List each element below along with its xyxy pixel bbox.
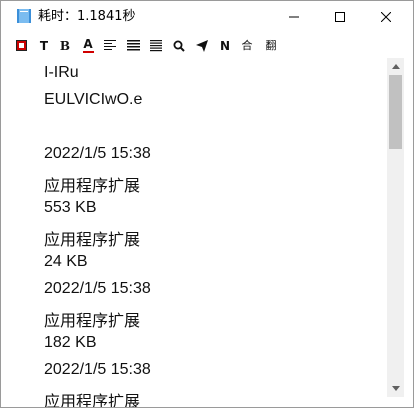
text-line: 2022/1/5 15:38 bbox=[44, 145, 151, 162]
text-line: 应用程序扩展 bbox=[44, 313, 141, 330]
align-left-icon bbox=[104, 40, 116, 50]
align-left-button[interactable] bbox=[102, 37, 118, 54]
title-bar[interactable]: 耗时：1.1841秒 bbox=[1, 1, 413, 32]
chevron-down-icon bbox=[391, 386, 400, 391]
font-color-button[interactable]: A bbox=[80, 37, 96, 54]
bold-button[interactable]: B bbox=[57, 37, 73, 54]
align-center-icon bbox=[126, 40, 140, 51]
translate-button[interactable]: 翻 bbox=[263, 37, 279, 54]
scroll-up-button[interactable] bbox=[387, 58, 404, 75]
n-icon: N bbox=[219, 38, 231, 53]
text-line: 应用程序扩展 bbox=[44, 232, 141, 249]
text-icon: T bbox=[39, 38, 49, 53]
text-line: 2022/1/5 15:38 bbox=[44, 361, 151, 378]
maximize-icon bbox=[335, 11, 345, 22]
search-icon bbox=[173, 40, 185, 52]
send-icon bbox=[196, 39, 208, 52]
translate-icon: 翻 bbox=[265, 39, 277, 52]
toolbar: T B A N 合 翻 bbox=[1, 33, 413, 58]
n-button[interactable]: N bbox=[217, 37, 233, 54]
justify-icon bbox=[150, 39, 162, 51]
merge-icon: 合 bbox=[241, 39, 253, 52]
text-line: 应用程序扩展 bbox=[44, 178, 141, 195]
stop-square-icon bbox=[15, 40, 27, 51]
vertical-scrollbar[interactable] bbox=[387, 58, 404, 397]
text-line: 182 KB bbox=[44, 334, 97, 351]
scroll-down-button[interactable] bbox=[387, 380, 404, 397]
notepad-window: 耗时：1.1841秒 T B A N 合 翻 I-IRu EULVICIwO.e… bbox=[0, 0, 414, 408]
maximize-button[interactable] bbox=[317, 1, 363, 32]
window-title: 耗时：1.1841秒 bbox=[38, 9, 136, 24]
text-line: 2022/1/5 15:38 bbox=[44, 280, 151, 297]
chevron-up-icon bbox=[391, 64, 400, 69]
stop-button[interactable] bbox=[13, 37, 29, 54]
close-button[interactable] bbox=[363, 1, 409, 32]
text-line: 应用程序扩展 bbox=[44, 394, 141, 407]
text-button[interactable]: T bbox=[36, 37, 52, 54]
app-icon bbox=[17, 9, 31, 23]
minimize-icon bbox=[289, 16, 299, 17]
align-center-button[interactable] bbox=[125, 37, 141, 54]
scroll-thumb[interactable] bbox=[389, 75, 402, 149]
close-icon bbox=[381, 11, 391, 22]
text-line: I-IRu bbox=[44, 64, 79, 81]
bold-icon: B bbox=[59, 38, 71, 53]
text-line: 24 KB bbox=[44, 253, 88, 270]
text-line: EULVICIwO.e bbox=[44, 91, 143, 108]
search-button[interactable] bbox=[171, 37, 187, 54]
send-button[interactable] bbox=[194, 37, 210, 54]
font-color-icon: A bbox=[83, 37, 93, 51]
merge-button[interactable]: 合 bbox=[239, 37, 255, 54]
text-area[interactable]: I-IRu EULVICIwO.e 2022/1/5 15:38 应用程序扩展 … bbox=[1, 58, 387, 407]
font-color-bar bbox=[82, 51, 94, 53]
minimize-button[interactable] bbox=[271, 1, 317, 32]
justify-button[interactable] bbox=[148, 37, 164, 54]
text-line: 553 KB bbox=[44, 199, 97, 216]
